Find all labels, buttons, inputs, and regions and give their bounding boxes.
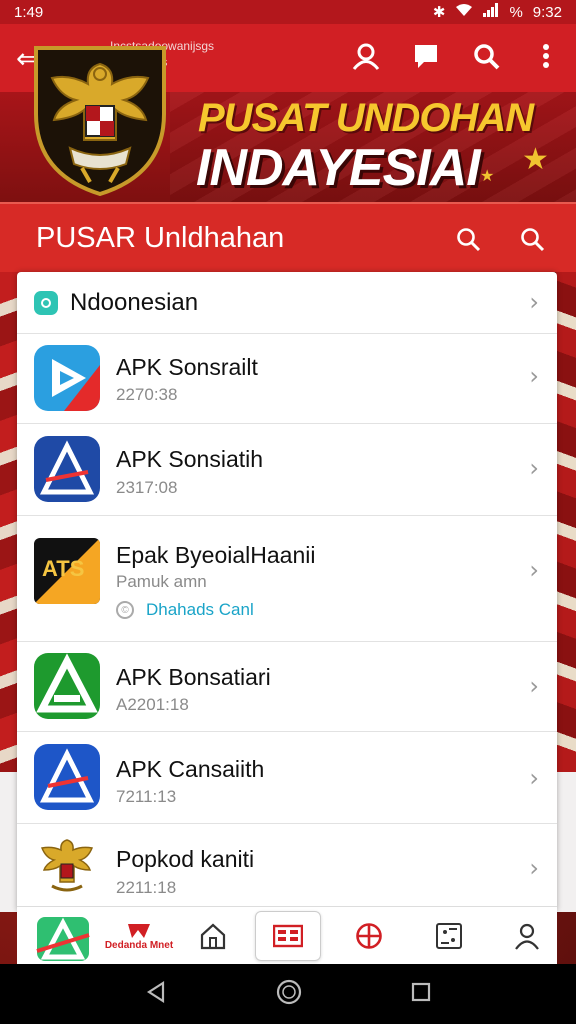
app-meta: A2201:18: [116, 695, 189, 714]
app-triangle-icon: [34, 436, 100, 502]
brand-label: Dedanda Mnet: [104, 939, 174, 951]
home-circle-icon[interactable]: [276, 979, 302, 1010]
search-icon[interactable]: [452, 223, 484, 255]
app-name: APK Cansaiith: [116, 756, 265, 782]
nav-profile[interactable]: [507, 911, 547, 961]
app-name: Popkod kaniti: [116, 846, 255, 872]
status-bar: 1:49 ✱ % 9:32: [0, 0, 576, 24]
app-meta: 2211:18: [116, 878, 177, 897]
app-meta: 2317:08: [116, 478, 178, 497]
app-bar-actions: [350, 40, 562, 72]
system-navigation-bar: [0, 964, 576, 1024]
list-header[interactable]: Ndoonesian ›: [17, 272, 557, 334]
app-list-card: Ndoonesian › APK Sonsrailt 2270:38 › APK…: [17, 272, 557, 912]
add-circle-icon: [356, 923, 382, 949]
info-icon: ©: [116, 601, 134, 619]
nav-brand[interactable]: Dedanda Mnet: [101, 911, 177, 961]
app-meta: Pamuk amn: [116, 572, 207, 591]
list-item[interactable]: APK Bonsatiari A2201:18 ›: [17, 642, 557, 732]
nav-home[interactable]: [193, 911, 233, 961]
nav-app-icon[interactable]: [33, 911, 93, 961]
status-icons: ✱ % 9:32: [433, 3, 562, 21]
search-icon[interactable]: [470, 40, 502, 72]
garuda-app-icon: [34, 834, 100, 900]
list-item[interactable]: APK Sonsrailt 2270:38 ›: [17, 334, 557, 424]
brand-logo-icon: [128, 923, 150, 938]
chevron-right-icon: ›: [529, 454, 539, 482]
battery-text: %: [509, 3, 523, 21]
developer-name: Dhahads Canl: [146, 600, 254, 619]
app-meta: 2270:38: [116, 385, 178, 404]
section-actions: [452, 223, 548, 255]
app-meta: 7211:13: [116, 787, 177, 806]
star-icon: ★: [480, 168, 495, 185]
profile-icon[interactable]: [350, 40, 382, 72]
user-icon: [515, 923, 539, 950]
list-item[interactable]: APK Cansaiith 7211:13 ›: [17, 732, 557, 824]
chevron-right-icon: ›: [529, 288, 539, 316]
side-decoration: [556, 272, 576, 772]
chevron-right-icon: ›: [529, 362, 539, 390]
banner-headline: PUSAT UNDOHAN: [198, 96, 534, 140]
chevron-right-icon: ›: [529, 854, 539, 882]
app-screen: 1:49 ✱ % 9:32 ⇐ Incstsadoowanijsgs Roona…: [0, 0, 576, 1024]
list-header-label: Ndoonesian: [70, 288, 199, 316]
bluetooth-icon: ✱: [432, 4, 446, 21]
home-icon: [200, 923, 226, 950]
wifi-icon: [455, 3, 473, 21]
app-ats-icon: ATS: [34, 538, 100, 604]
catalog-icon: [273, 924, 303, 948]
back-icon[interactable]: [145, 980, 167, 1008]
search-icon[interactable]: [516, 223, 548, 255]
chat-icon[interactable]: [410, 40, 442, 72]
list-item[interactable]: APK Sonsiatih 2317:08 ›: [17, 424, 557, 516]
app-name: APK Sonsrailt: [116, 354, 258, 380]
garuda-emblem-icon: [34, 46, 166, 196]
status-clock: 9:32: [532, 3, 562, 21]
section-title-bar: PUSAR Unldhahan: [0, 202, 576, 272]
app-developer-link[interactable]: © Dhahads Canl: [116, 600, 254, 620]
settings-panel-icon: [436, 923, 462, 949]
recents-icon[interactable]: [411, 982, 431, 1007]
nav-add[interactable]: [349, 911, 389, 961]
signal-icon: [483, 3, 499, 21]
list-item[interactable]: Popkod kaniti 2211:18 ›: [17, 824, 557, 912]
list-item[interactable]: ATS Epak ByeoialHaanii Pamuk amn © Dhaha…: [17, 516, 557, 642]
app-play-icon: [34, 345, 100, 411]
status-time: 1:49: [14, 3, 44, 21]
nav-catalog[interactable]: [255, 911, 321, 961]
star-icon: ★: [522, 143, 549, 176]
category-icon: [34, 290, 58, 315]
app-name: APK Bonsatiari: [116, 664, 271, 690]
chevron-right-icon: ›: [529, 556, 539, 584]
nav-settings[interactable]: [429, 911, 469, 961]
banner-subheadline: INDAYESIAI: [196, 139, 481, 197]
app-blue-a-icon: [34, 744, 100, 810]
app-name: APK Sonsiatih: [116, 446, 264, 472]
app-name: Epak ByeoialHaanii: [116, 542, 316, 568]
svg-text:ATS: ATS: [42, 556, 84, 581]
chevron-right-icon: ›: [529, 672, 539, 700]
app-green-a-icon: [34, 653, 100, 719]
chevron-right-icon: ›: [529, 764, 539, 792]
bottom-navigation: Dedanda Mnet: [17, 906, 557, 964]
more-vert-icon[interactable]: [530, 40, 562, 72]
section-title: PUSAR Unldhahan: [36, 222, 285, 254]
